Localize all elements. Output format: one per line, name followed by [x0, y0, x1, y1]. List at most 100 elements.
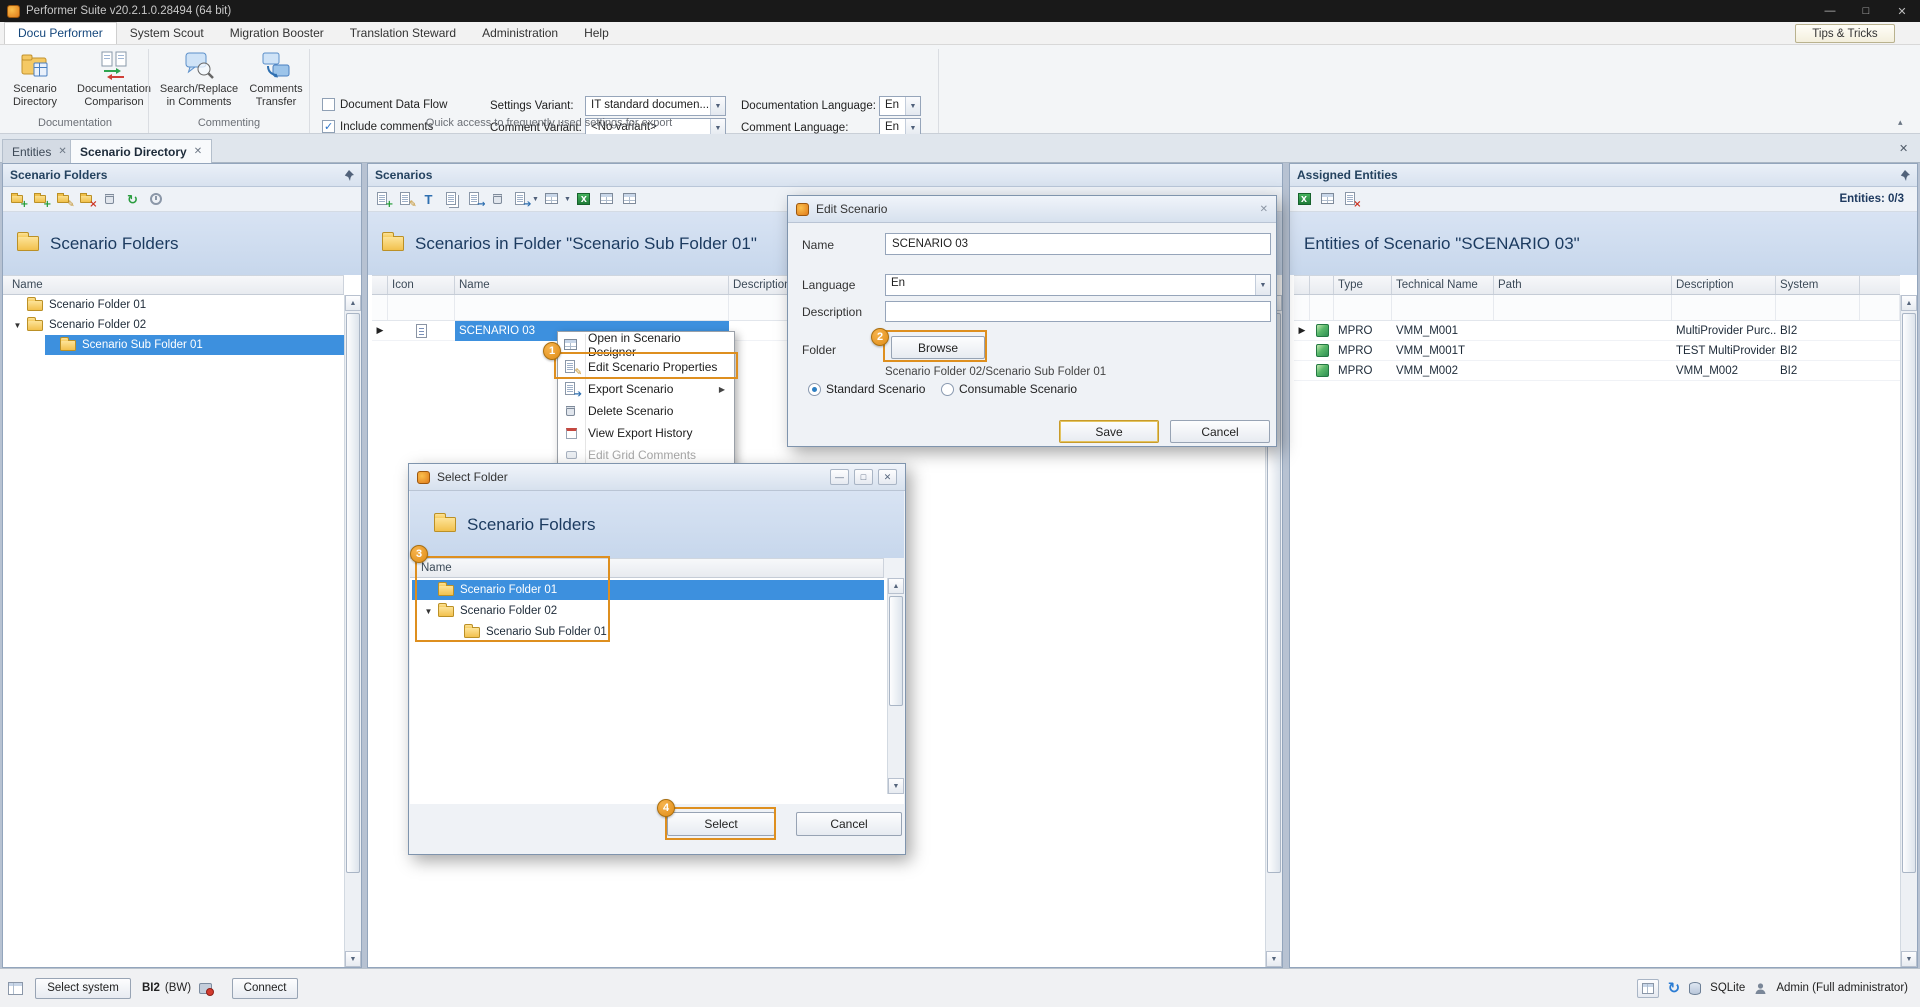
tips-tricks-button[interactable]: Tips & Tricks [1795, 24, 1895, 43]
scroll-up-icon[interactable]: ▲ [888, 578, 904, 594]
vertical-scrollbar[interactable]: ▲ ▼ [344, 295, 361, 967]
documentation-language-select[interactable]: En▼ [879, 96, 921, 116]
pin-icon[interactable] [343, 170, 354, 181]
column-header-icon[interactable]: Icon [388, 276, 455, 294]
column-header-path[interactable]: Path [1494, 276, 1672, 294]
radio-standard-scenario[interactable]: Standard Scenario [808, 382, 925, 396]
layout-icon[interactable] [8, 982, 23, 995]
column-header-name[interactable]: Name [455, 276, 729, 294]
rename-folder-icon[interactable]: ✎ [54, 190, 73, 209]
scenario-name-input[interactable] [885, 233, 1271, 255]
menu-tab-system-scout[interactable]: System Scout [117, 23, 217, 44]
maximize-icon[interactable]: □ [1848, 0, 1884, 22]
maximize-icon[interactable]: □ [854, 469, 873, 485]
comments-transfer-button[interactable]: Comments Transfer [246, 48, 306, 124]
radio-consumable-scenario[interactable]: Consumable Scenario [941, 382, 1077, 396]
close-document-icon[interactable]: ✕ [1899, 142, 1908, 155]
export-scenario-icon[interactable]: ➔ [511, 190, 530, 209]
edit-scenario-dialog-titlebar[interactable]: Edit Scenario ✕ [788, 196, 1276, 223]
menu-tab-help[interactable]: Help [571, 23, 622, 44]
close-tab-icon[interactable]: ✕ [194, 146, 202, 157]
close-tab-icon[interactable]: ✕ [58, 146, 66, 157]
column-header-description[interactable]: Description [1672, 276, 1776, 294]
filter-row[interactable] [1294, 295, 1900, 321]
move-scenario-icon[interactable]: → [465, 190, 484, 209]
history-icon[interactable] [146, 190, 165, 209]
checkbox-document-data-flow[interactable]: Document Data Flow [322, 98, 447, 111]
chevron-down-icon[interactable]: ▼ [710, 97, 725, 115]
remove-entity-icon[interactable]: × [1341, 190, 1360, 209]
minimize-icon[interactable]: — [830, 469, 849, 485]
export-excel-icon[interactable]: X [1295, 190, 1314, 209]
select-folder-dialog-titlebar[interactable]: Select Folder — □ ✕ [409, 464, 905, 491]
tree-row-scenario-folder-01[interactable]: Scenario Folder 01 [3, 295, 344, 315]
scroll-down-icon[interactable]: ▼ [1266, 951, 1282, 967]
menu-tab-docu-performer[interactable]: Docu Performer [4, 22, 117, 44]
new-folder-icon[interactable]: + [8, 190, 27, 209]
add-scenario-icon[interactable]: + [373, 190, 392, 209]
column-header-type[interactable]: Type [1334, 276, 1392, 294]
minimize-icon[interactable]: — [1812, 0, 1848, 22]
entity-row[interactable]: MPRO VMM_M002 VMM_M002 BI2 [1294, 361, 1900, 381]
close-dialog-icon[interactable]: ✕ [878, 469, 897, 485]
pin-icon[interactable] [1899, 170, 1910, 181]
select-system-button[interactable]: Select system [35, 978, 131, 999]
tree-row-scenario-folder-02[interactable]: ▼ Scenario Folder 02 [3, 315, 344, 335]
collapse-ribbon-icon[interactable]: ▴ [1898, 117, 1903, 128]
sync-icon[interactable]: ↻ [1668, 981, 1681, 996]
cancel-button[interactable]: Cancel [1170, 420, 1270, 443]
column-header-system[interactable]: System [1776, 276, 1860, 294]
scenario-directory-button[interactable]: Scenario Directory [4, 48, 66, 124]
scroll-up-icon[interactable]: ▲ [1901, 295, 1917, 311]
menu-item-export-scenario[interactable]: ➔ Export Scenario ▶ [558, 378, 734, 400]
grid-view-icon[interactable] [598, 190, 617, 209]
chevron-down-icon[interactable]: ▼ [564, 196, 571, 203]
grid-view-icon[interactable] [1318, 190, 1337, 209]
column-chooser-icon[interactable] [621, 190, 640, 209]
rename-scenario-icon[interactable]: T [419, 190, 438, 209]
scrollbar-thumb[interactable] [346, 313, 360, 873]
close-dialog-icon[interactable]: ✕ [1260, 204, 1268, 215]
search-replace-comments-button[interactable]: Search/Replace in Comments [156, 48, 242, 124]
edit-scenario-icon[interactable]: ✎ [396, 190, 415, 209]
export-options-icon[interactable] [543, 190, 562, 209]
scroll-down-icon[interactable]: ▼ [888, 778, 904, 794]
column-header-technical-name[interactable]: Technical Name [1392, 276, 1494, 294]
collapse-node-icon[interactable]: ▼ [12, 321, 23, 330]
entity-row[interactable]: ▶ MPRO VMM_M001 MultiProvider Purc... BI… [1294, 321, 1900, 341]
entity-row[interactable]: MPRO VMM_M001T TEST MultiProvider... BI2 [1294, 341, 1900, 361]
close-icon[interactable]: ✕ [1884, 0, 1920, 22]
vertical-scrollbar[interactable]: ▲ ▼ [1900, 295, 1917, 967]
column-header-name[interactable]: Name [3, 276, 344, 294]
delete-icon[interactable] [100, 190, 119, 209]
scrollbar-thumb[interactable] [1902, 313, 1916, 873]
chevron-down-icon[interactable]: ▼ [532, 196, 539, 203]
menu-item-view-export-history[interactable]: View Export History [558, 422, 734, 444]
doc-tab-entities[interactable]: Entities✕ [2, 139, 77, 163]
remove-folder-icon[interactable]: × [77, 190, 96, 209]
scrollbar-thumb[interactable] [889, 596, 903, 706]
scroll-up-icon[interactable]: ▲ [345, 295, 361, 311]
vertical-scrollbar[interactable]: ▲ ▼ [887, 578, 904, 794]
menu-item-delete-scenario[interactable]: Delete Scenario [558, 400, 734, 422]
connect-button[interactable]: Connect [232, 978, 298, 999]
language-select[interactable]: En ▼ [885, 274, 1271, 296]
doc-tab-scenario-directory[interactable]: Scenario Directory✕ [70, 139, 212, 163]
export-excel-icon[interactable]: X [575, 190, 594, 209]
menu-tab-migration-booster[interactable]: Migration Booster [217, 23, 337, 44]
save-button[interactable]: Save [1059, 420, 1159, 443]
refresh-icon[interactable]: ↻ [123, 190, 142, 209]
report-queue-icon[interactable] [1637, 979, 1659, 998]
menu-tab-administration[interactable]: Administration [469, 23, 571, 44]
scenario-description-input[interactable] [885, 301, 1271, 322]
delete-scenario-icon[interactable] [488, 190, 507, 209]
chevron-down-icon[interactable]: ▼ [1255, 275, 1270, 295]
new-subfolder-icon[interactable]: + [31, 190, 50, 209]
scroll-down-icon[interactable]: ▼ [345, 951, 361, 967]
chevron-down-icon[interactable]: ▼ [905, 97, 920, 115]
tree-row-scenario-sub-folder-01[interactable]: Scenario Sub Folder 01 [3, 335, 344, 355]
cancel-button[interactable]: Cancel [796, 812, 902, 836]
settings-variant-select[interactable]: IT standard documen...▼ [585, 96, 726, 116]
documentation-comparison-button[interactable]: Documentation Comparison [68, 48, 160, 124]
scroll-down-icon[interactable]: ▼ [1901, 951, 1917, 967]
